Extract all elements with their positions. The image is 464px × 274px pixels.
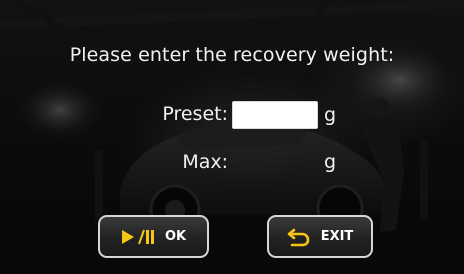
max-label: Max: xyxy=(182,151,228,173)
exit-button[interactable]: EXIT xyxy=(267,215,373,258)
ok-button[interactable]: OK xyxy=(98,215,209,258)
preset-weight-input[interactable] xyxy=(232,101,318,129)
return-arrow-icon xyxy=(287,227,311,247)
ok-button-label: OK xyxy=(164,229,187,244)
prompt-text: Please enter the recovery weight: xyxy=(69,44,395,66)
max-unit: g xyxy=(324,151,337,173)
weight-dialog: Please enter the recovery weight: Preset… xyxy=(0,0,464,274)
recovery-weight-screen: Please enter the recovery weight: Preset… xyxy=(0,0,464,274)
play-pause-icon xyxy=(121,229,155,245)
preset-label: Preset: xyxy=(162,103,228,125)
preset-unit: g xyxy=(324,104,337,126)
exit-button-label: EXIT xyxy=(320,229,354,244)
